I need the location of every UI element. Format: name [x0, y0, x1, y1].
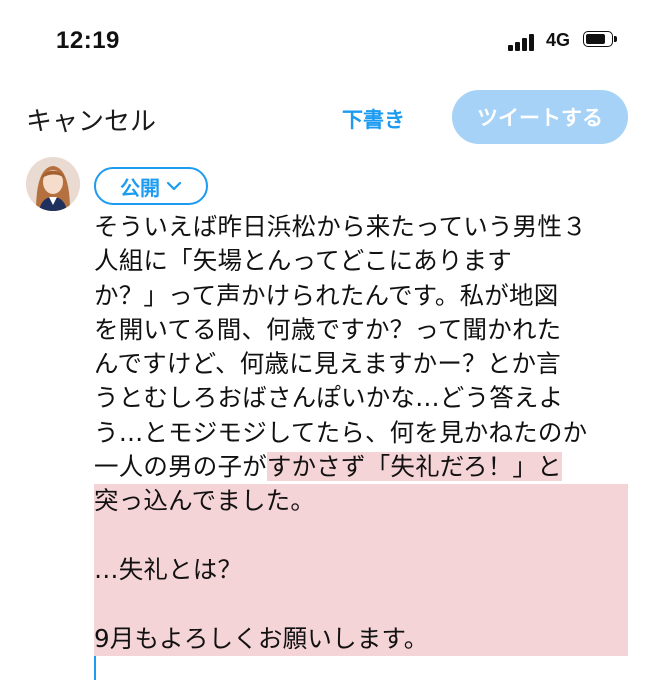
cancel-button[interactable]: キャンセル: [26, 101, 156, 138]
tweet-line: う…とモジモジしてたら、何を見かねたのか: [94, 417, 588, 447]
tweet-textarea[interactable]: そういえば昨日浜松から来たっていう男性３ 人組に「矢場とんってどこにあります か…: [94, 210, 644, 656]
tweet-blank-line-selected: [94, 587, 628, 622]
audience-label: 公開: [120, 175, 160, 200]
tweet-button[interactable]: ツイートする: [452, 90, 628, 144]
avatar-image: [26, 157, 80, 211]
tweet-line-partial-selection: 一人の男の子がすかさず「失礼だろ！」と: [94, 450, 644, 484]
tweet-text-unselected: 一人の男の子が: [94, 452, 267, 482]
tweet-line: 人組に「矢場とんってどこにあります: [94, 246, 512, 276]
tweet-text-selected: すかさず「失礼だろ！」と: [266, 452, 562, 482]
chevron-down-icon: [166, 181, 182, 191]
tweet-line: うとむしろおばさんぽいかな…どう答えよ: [94, 383, 564, 413]
network-type: 4G: [546, 30, 571, 50]
compose-header: キャンセル 下書き ツイートする: [0, 85, 655, 145]
tweet-line-selected: 9月もよろしくお願いします。: [94, 621, 628, 656]
avatar[interactable]: [26, 157, 80, 211]
status-bar: 12:19 4G: [0, 0, 655, 80]
signal-icon: [508, 33, 538, 51]
tweet-line-selected: …失礼とは？: [94, 552, 628, 588]
tweet-line: か？」って声かけられたんです。私が地図: [94, 280, 559, 310]
battery-icon: [583, 31, 618, 49]
status-time: 12:19: [56, 27, 120, 54]
drafts-button[interactable]: 下書き: [342, 104, 405, 134]
tweet-line: んですけど、何歳に見えますかー？とか言: [94, 349, 561, 379]
tweet-line: を開いてる間、何歳ですか？って聞かれた: [94, 314, 562, 344]
audience-selector[interactable]: 公開: [94, 167, 208, 205]
text-caret: [94, 656, 96, 680]
tweet-blank-line-selected: [94, 518, 628, 553]
tweet-line-selected: 突っ込んでました。: [94, 484, 628, 519]
tweet-line: そういえば昨日浜松から来たっていう男性３: [94, 212, 587, 241]
